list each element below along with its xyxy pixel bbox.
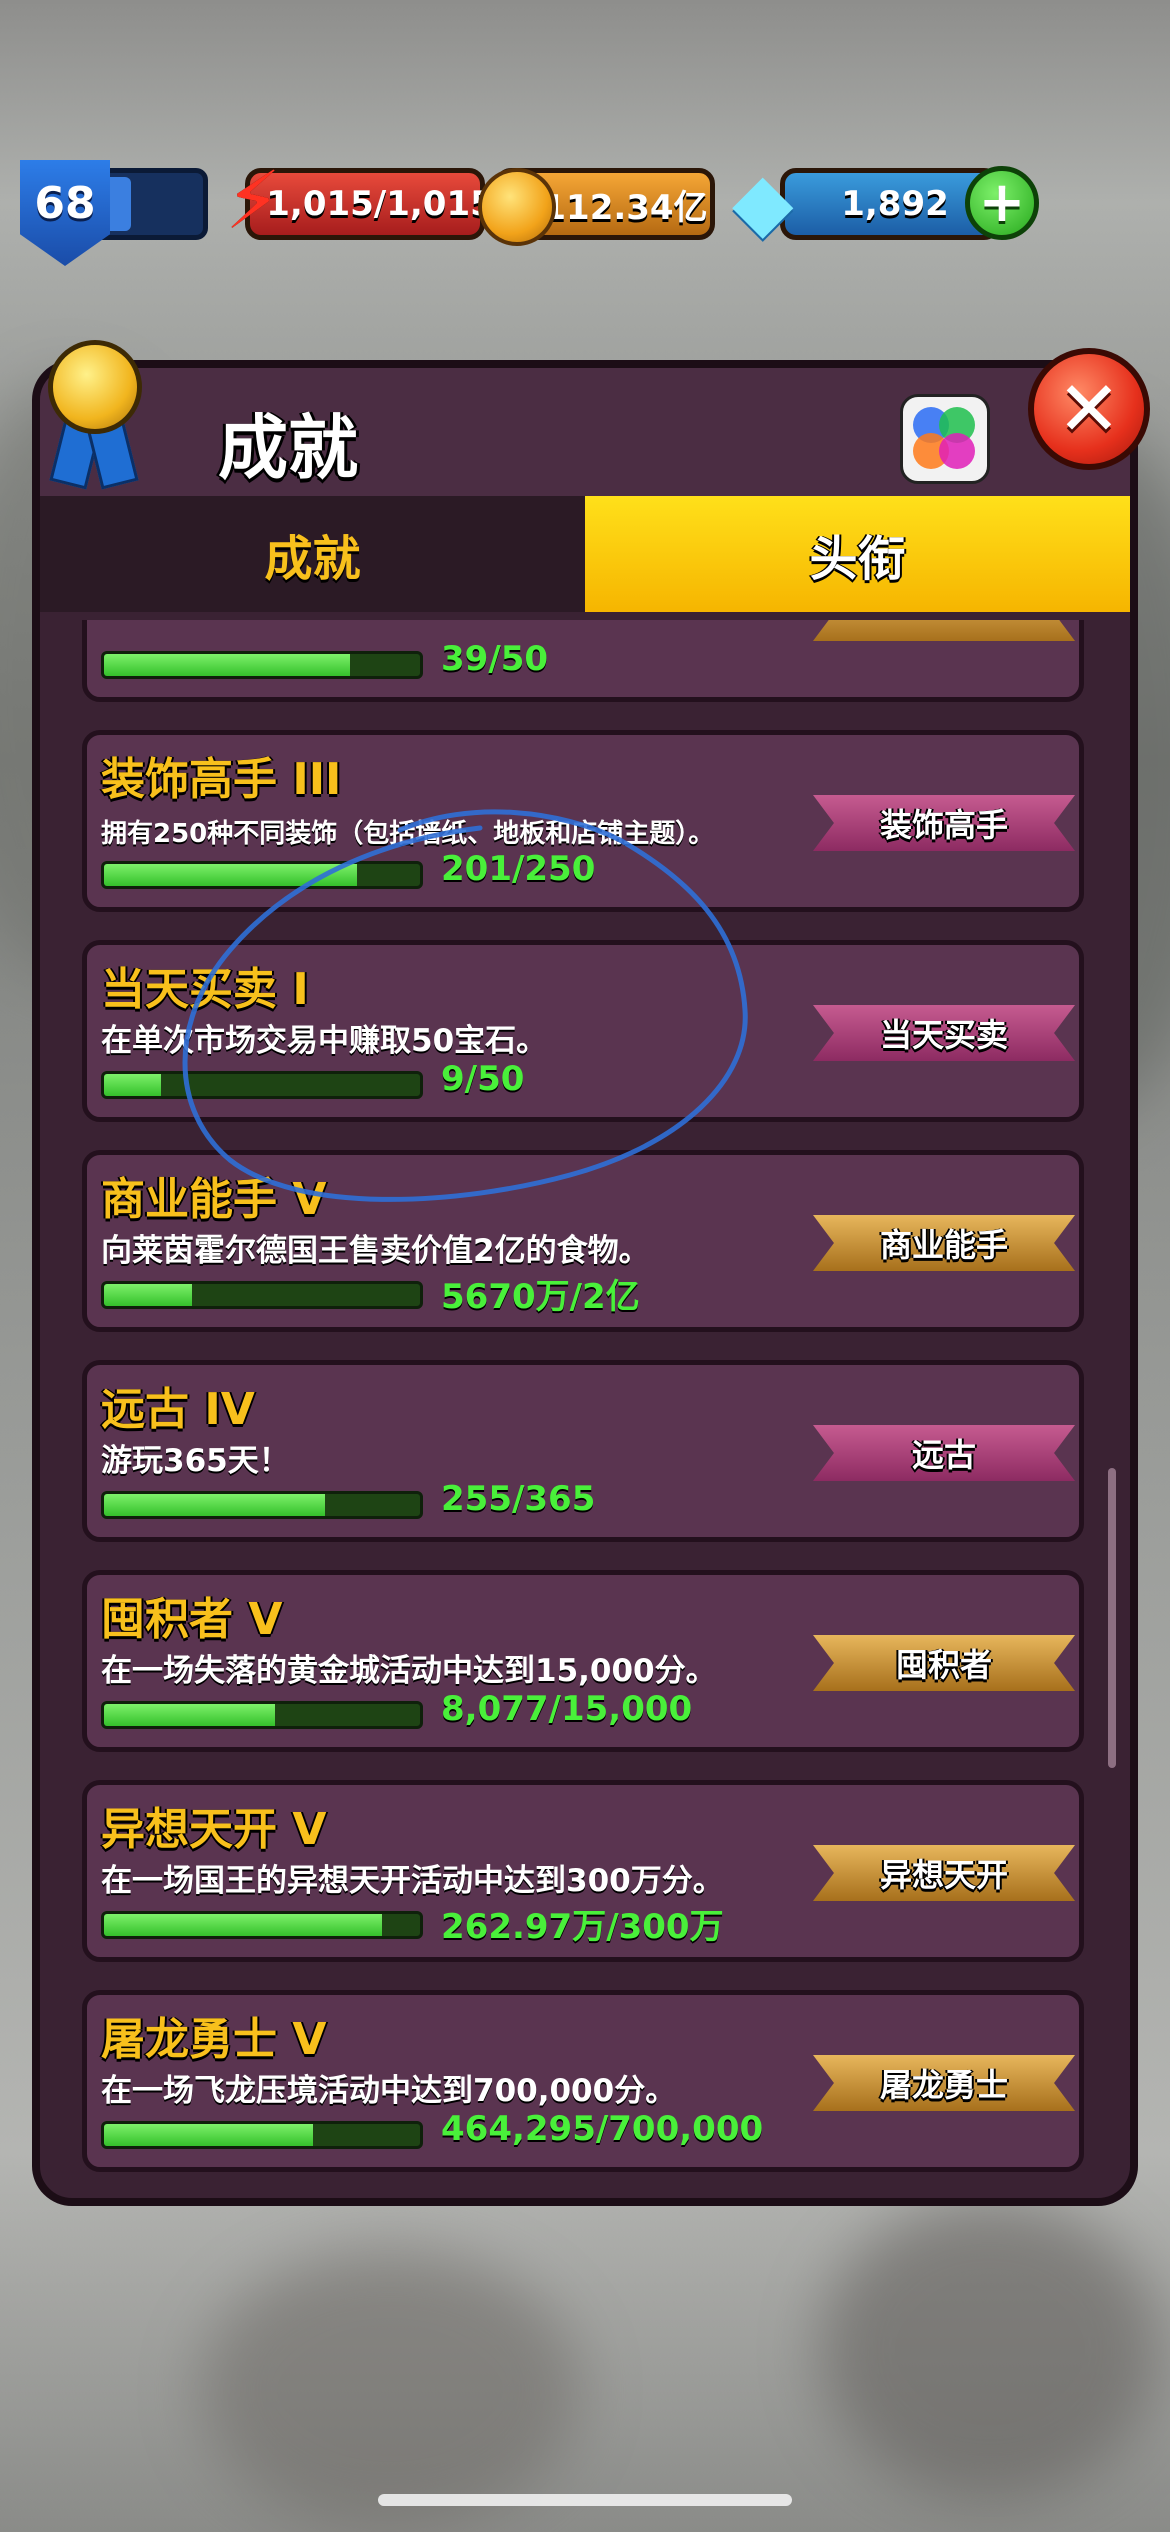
title-ribbon[interactable]: 囤积者 [813,1635,1075,1691]
progress-bar [101,1701,423,1729]
progress-text: 9/50 [441,1059,525,1099]
achievement-name: 远古 IV [101,1384,255,1435]
progress-text: 262.97万/300万 [441,1907,724,1947]
progress-fill [104,1284,193,1306]
achievement-description: 在一场失落的黄金城活动中达到15,000分。 [101,1653,717,1689]
gem-value: 1,892 [841,184,949,224]
progress-text: 39/50 [441,639,549,679]
achievement-card[interactable]: 远古 IV 游玩365天！ 255/365 远古 [82,1360,1084,1542]
achievement-card[interactable]: 商业能手 V 向莱茵霍尔德国王售卖价值2亿的食物。 5670万/2亿 商业能手 [82,1150,1084,1332]
achievements-panel: 成就 成就 头衔 39/50 装饰高手 III 拥有250种不同装饰（包括墙纸、地板… [32,360,1138,2206]
progress-fill [104,864,357,886]
home-indicator[interactable] [378,2494,792,2506]
achievement-card[interactable]: 异想天开 V 在一场国王的异想天开活动中达到300万分。 262.97万/300万 异… [82,1780,1084,1962]
panel-header: 成就 [40,368,1130,496]
tab-achievements[interactable]: 成就 [40,496,585,612]
achievement-card[interactable]: 装饰高手 III 拥有250种不同装饰（包括墙纸、地板和店铺主题）。 201/250… [82,730,1084,912]
diamond-icon: ◆ [732,155,794,248]
progress-bar [101,2121,423,2149]
progress-text: 5670万/2亿 [441,1277,640,1317]
title-ribbon[interactable]: 异想天开 [813,1845,1075,1901]
page-title: 成就 [218,407,358,489]
achievement-description: 在一场国王的异想天开活动中达到300万分。 [101,1863,724,1899]
progress-text: 464,295/700,000 [441,2109,764,2149]
achievement-description: 拥有250种不同装饰（包括墙纸、地板和店铺主题）。 [101,819,715,849]
progress-fill [104,1704,275,1726]
add-gems-button[interactable]: + [965,166,1039,240]
achievement-name: 商业能手 V [101,1174,327,1225]
energy-value: 1,015/1,015 [266,184,494,224]
achievement-card[interactable]: 当天买卖 I 在单次市场交易中赚取50宝石。 9/50 当天买卖 [82,940,1084,1122]
achievement-card[interactable]: 屠龙勇士 V 在一场飞龙压境活动中达到700,000分。 464,295/700,0… [82,1990,1084,2172]
title-ribbon[interactable]: 商业能手 [813,1215,1075,1271]
achievement-name: 异想天开 V [101,1804,327,1855]
progress-fill [104,1494,326,1516]
medal-icon [40,340,142,490]
title-ribbon[interactable]: 当天买卖 [813,1005,1075,1061]
gold-value: 112.34亿 [542,187,708,228]
achievement-description: 游玩365天！ [101,1443,290,1479]
tab-titles[interactable]: 头衔 [585,496,1130,612]
achievement-description: 在单次市场交易中赚取50宝石。 [101,1023,548,1059]
progress-bar [101,1281,423,1309]
achievement-name: 屠龙勇士 V [101,2014,327,2065]
achievement-name: 装饰高手 III [101,754,342,805]
close-button[interactable]: ✕ [1028,348,1150,470]
achievement-list[interactable]: 39/50 装饰高手 III 拥有250种不同装饰（包括墙纸、地板和店铺主题）。 20… [40,620,1130,2198]
top-hud: 68 1,015/1,015 ⚡ 112.34亿 1,892 ◆ + [20,150,1140,266]
title-ribbon[interactable]: 远古 [813,1425,1075,1481]
achievement-name: 当天买卖 I [101,964,309,1015]
game-center-button[interactable] [900,394,990,484]
energy-icon: ⚡ [225,154,282,247]
progress-bar [101,651,423,679]
level-badge[interactable]: 68 [20,160,110,266]
progress-fill [104,1914,383,1936]
progress-bar [101,1071,423,1099]
level-value: 68 [34,178,96,229]
achievement-card[interactable]: 39/50 [82,620,1084,702]
progress-bar [101,1911,423,1939]
achievement-description: 在一场飞龙压境活动中达到700,000分。 [101,2073,677,2109]
title-ribbon[interactable]: 装饰高手 [813,795,1075,851]
scrollbar[interactable] [1108,1468,1116,1768]
gold-coin-icon [478,168,556,246]
title-ribbon[interactable] [813,620,1075,641]
progress-fill [104,1074,161,1096]
progress-bar [101,1491,423,1519]
progress-text: 8,077/15,000 [441,1689,693,1729]
progress-text: 201/250 [441,849,596,889]
achievement-name: 囤积者 V [101,1594,283,1645]
title-ribbon[interactable]: 屠龙勇士 [813,2055,1075,2111]
progress-fill [104,654,351,676]
progress-fill [104,2124,313,2146]
tab-bar: 成就 头衔 [40,496,1130,612]
progress-text: 255/365 [441,1479,596,1519]
achievement-description: 向莱茵霍尔德国王售卖价值2亿的食物。 [101,1233,650,1269]
achievement-card[interactable]: 囤积者 V 在一场失落的黄金城活动中达到15,000分。 8,077/15,000 囤… [82,1570,1084,1752]
progress-bar [101,861,423,889]
